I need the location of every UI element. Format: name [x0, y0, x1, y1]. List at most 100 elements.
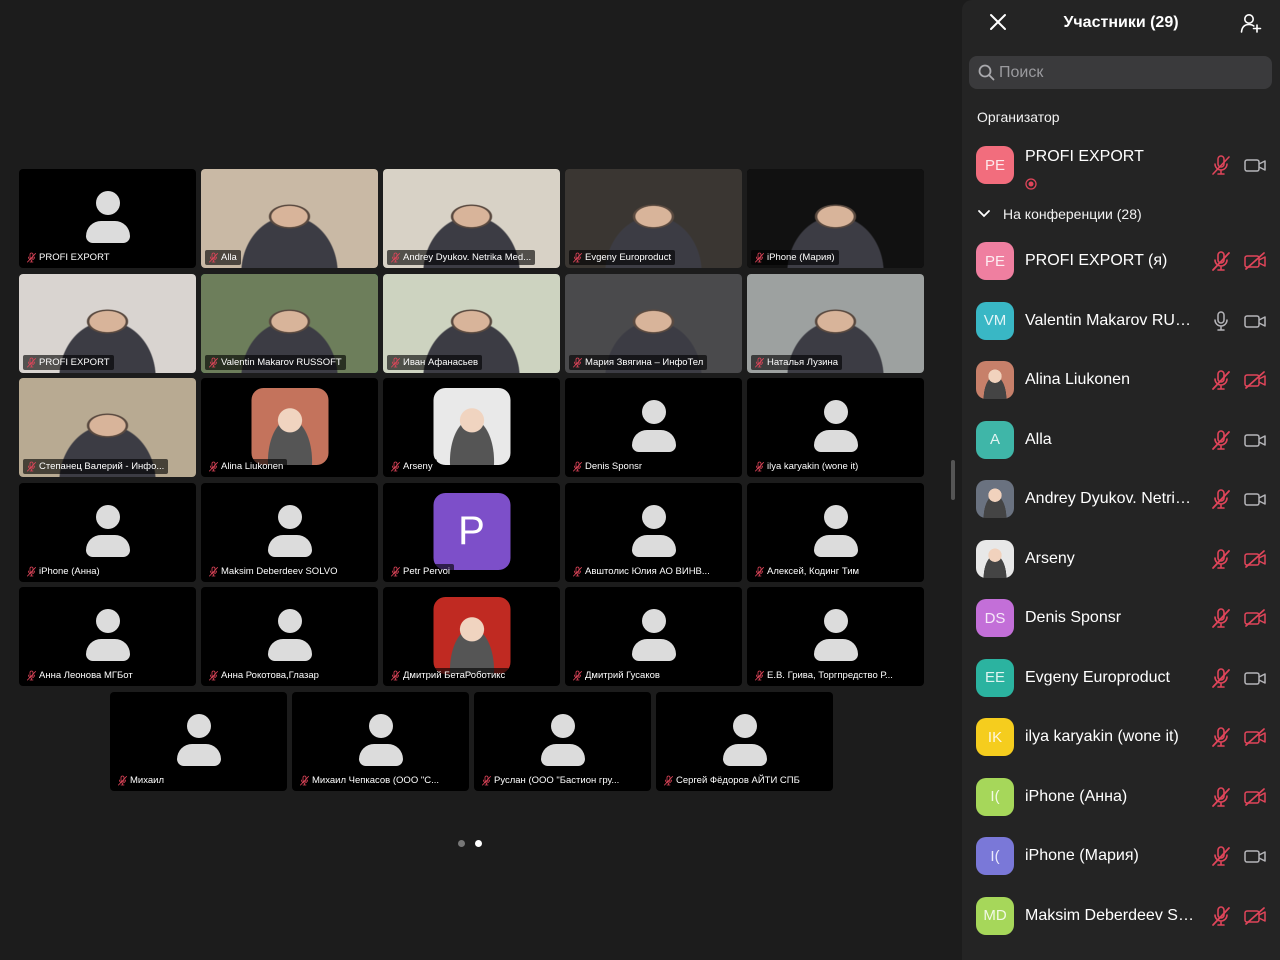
mic-muted-icon — [755, 670, 764, 681]
page-dot[interactable] — [475, 840, 482, 847]
mic-muted-icon[interactable] — [1210, 154, 1232, 176]
video-grid: PROFI EXPORT Alla Andrey Dyukov. Netrika M… — [0, 0, 960, 960]
mic-muted-icon[interactable] — [1210, 429, 1232, 451]
camera-off-icon[interactable] — [1244, 549, 1266, 569]
video-tile[interactable]: Andrey Dyukov. Netrika Med... — [383, 169, 560, 268]
profile-photo — [433, 388, 510, 465]
participant-label-text: Evgeny Europroduct — [585, 252, 672, 263]
mic-muted-icon[interactable] — [1210, 548, 1232, 570]
mic-muted-icon[interactable] — [1210, 667, 1232, 689]
video-tile[interactable]: ilya karyakin (wone it) — [747, 378, 924, 477]
search-box[interactable] — [969, 56, 1272, 89]
participant-row[interactable]: EE Evgeny Europroduct — [962, 649, 1280, 708]
participant-avatar: PE — [976, 242, 1014, 280]
video-tile[interactable]: Наталья Лузина — [747, 274, 924, 373]
mic-muted-icon[interactable] — [1210, 905, 1232, 927]
mic-muted-icon[interactable] — [1210, 786, 1232, 808]
mic-muted-icon[interactable] — [1210, 726, 1232, 748]
video-tile[interactable]: Valentin Makarov RUSSOFT — [201, 274, 378, 373]
participant-label: Дмитрий БетаРоботикс — [387, 668, 510, 683]
video-gallery: PROFI EXPORT Alla Andrey Dyukov. Netrika M… — [0, 0, 960, 960]
camera-off-icon[interactable] — [1244, 727, 1266, 747]
participant-label-text: Дмитрий БетаРоботикс — [403, 670, 506, 681]
video-tile[interactable]: P Petr Pervoi — [383, 483, 560, 582]
video-tile[interactable]: Дмитрий БетаРоботикс — [383, 587, 560, 686]
add-user-icon[interactable] — [1240, 12, 1262, 34]
participant-label: Maksim Deberdeev SOLVO — [205, 564, 342, 579]
participant-name: Denis Sponsr — [1025, 609, 1122, 626]
mic-muted-icon[interactable] — [1210, 845, 1232, 867]
video-tile[interactable]: Evgeny Europroduct — [565, 169, 742, 268]
mic-on-icon[interactable] — [1210, 310, 1232, 332]
video-tile[interactable]: Михаил Чепкасов (ООО "С... — [292, 692, 469, 791]
participant-row[interactable]: VM Valentin Makarov RUSSOFT — [962, 292, 1280, 351]
camera-icon[interactable] — [1244, 430, 1266, 450]
participant-row[interactable]: I(iPhone (Мария) — [962, 827, 1280, 886]
participant-name: Alla — [1025, 430, 1052, 448]
video-tile[interactable]: Степанец Валерий - Инфо... — [19, 378, 196, 477]
camera-icon[interactable] — [1244, 668, 1266, 688]
conference-section-toggle[interactable]: На конференции (28) — [977, 206, 1142, 222]
video-tile[interactable]: Анна Рокотова,Глазар — [201, 587, 378, 686]
participant-row[interactable]: MD Maksim Deberdeev SOLVO — [962, 887, 1280, 946]
participant-label: Наталья Лузина — [751, 355, 843, 370]
participant-row[interactable]: I(iPhone (Анна) — [962, 768, 1280, 827]
participant-label-text: Petr Pervoi — [403, 566, 450, 577]
mic-muted-icon — [391, 357, 400, 368]
video-tile[interactable]: Дмитрий Гусаков — [565, 587, 742, 686]
participant-label-text: Наталья Лузина — [767, 357, 839, 368]
mic-muted-icon[interactable] — [1210, 369, 1232, 391]
participant-row[interactable]: DS Denis Sponsr — [962, 589, 1280, 648]
video-tile[interactable]: Denis Sponsr — [565, 378, 742, 477]
participant-row[interactable]: Arseny — [962, 530, 1280, 589]
mic-muted-icon[interactable] — [1210, 250, 1232, 272]
video-tile[interactable]: Михаил — [110, 692, 287, 791]
panel-resize-handle[interactable] — [951, 460, 955, 500]
camera-off-icon[interactable] — [1244, 906, 1266, 926]
video-tile[interactable]: Алексей, Кодинг Тим — [747, 483, 924, 582]
participant-row[interactable]: A Alla — [962, 411, 1280, 470]
camera-off-icon[interactable] — [1244, 608, 1266, 628]
video-tile[interactable]: PROFI EXPORT — [19, 274, 196, 373]
camera-icon[interactable] — [1244, 846, 1266, 866]
default-avatar-icon — [720, 714, 770, 766]
participant-name: Alina Liukonen — [1025, 371, 1130, 388]
page-dot[interactable] — [458, 840, 465, 847]
participant-row-host[interactable]: PE PROFI EXPORT — [962, 136, 1280, 195]
video-tile[interactable]: Авштолис Юлия АО ВИНВ... — [565, 483, 742, 582]
search-icon — [978, 64, 995, 81]
camera-icon[interactable] — [1244, 489, 1266, 509]
participant-label: Сергей Фёдоров АЙТИ СПБ — [660, 773, 804, 788]
page-indicator[interactable] — [458, 840, 482, 847]
mic-muted-icon[interactable] — [1210, 607, 1232, 629]
video-tile[interactable]: Мария Звягина – ИнфоТел — [565, 274, 742, 373]
video-tile[interactable]: Руслан (ООО "Бастион гру... — [474, 692, 651, 791]
mic-muted-icon[interactable] — [1210, 488, 1232, 510]
participant-row[interactable]: IK ilya karyakin (wone it) — [962, 708, 1280, 767]
video-tile[interactable]: iPhone (Анна) — [19, 483, 196, 582]
camera-off-icon[interactable] — [1244, 370, 1266, 390]
video-tile[interactable]: Е.В. Грива, Торгпредство Р... — [747, 587, 924, 686]
video-tile[interactable]: Иван Афанасьев — [383, 274, 560, 373]
camera-off-icon[interactable] — [1244, 251, 1266, 271]
video-tile[interactable]: Alla — [201, 169, 378, 268]
camera-off-icon[interactable] — [1244, 787, 1266, 807]
video-tile[interactable]: Анна Леонова МГБот — [19, 587, 196, 686]
camera-icon[interactable] — [1244, 155, 1266, 175]
video-tile[interactable]: PROFI EXPORT — [19, 169, 196, 268]
mic-muted-icon — [755, 252, 764, 263]
participant-label: Авштолис Юлия АО ВИНВ... — [569, 564, 714, 579]
participant-row[interactable]: PE PROFI EXPORT (я) — [962, 232, 1280, 291]
video-tile[interactable]: Maksim Deberdeev SOLVO — [201, 483, 378, 582]
video-tile[interactable]: Сергей Фёдоров АЙТИ СПБ — [656, 692, 833, 791]
participant-row[interactable]: Andrey Dyukov. Netrika Medicine — [962, 470, 1280, 529]
search-input[interactable] — [999, 56, 1264, 89]
participant-label: Анна Рокотова,Глазар — [205, 668, 323, 683]
camera-icon[interactable] — [1244, 311, 1266, 331]
avatar-initials: I( — [990, 788, 1000, 805]
video-tile[interactable]: Arseny — [383, 378, 560, 477]
video-tile[interactable]: iPhone (Мария) — [747, 169, 924, 268]
video-tile[interactable]: Alina Liukonen — [201, 378, 378, 477]
participant-label-text: Алексей, Кодинг Тим — [767, 566, 860, 577]
participant-row[interactable]: Alina Liukonen — [962, 351, 1280, 410]
